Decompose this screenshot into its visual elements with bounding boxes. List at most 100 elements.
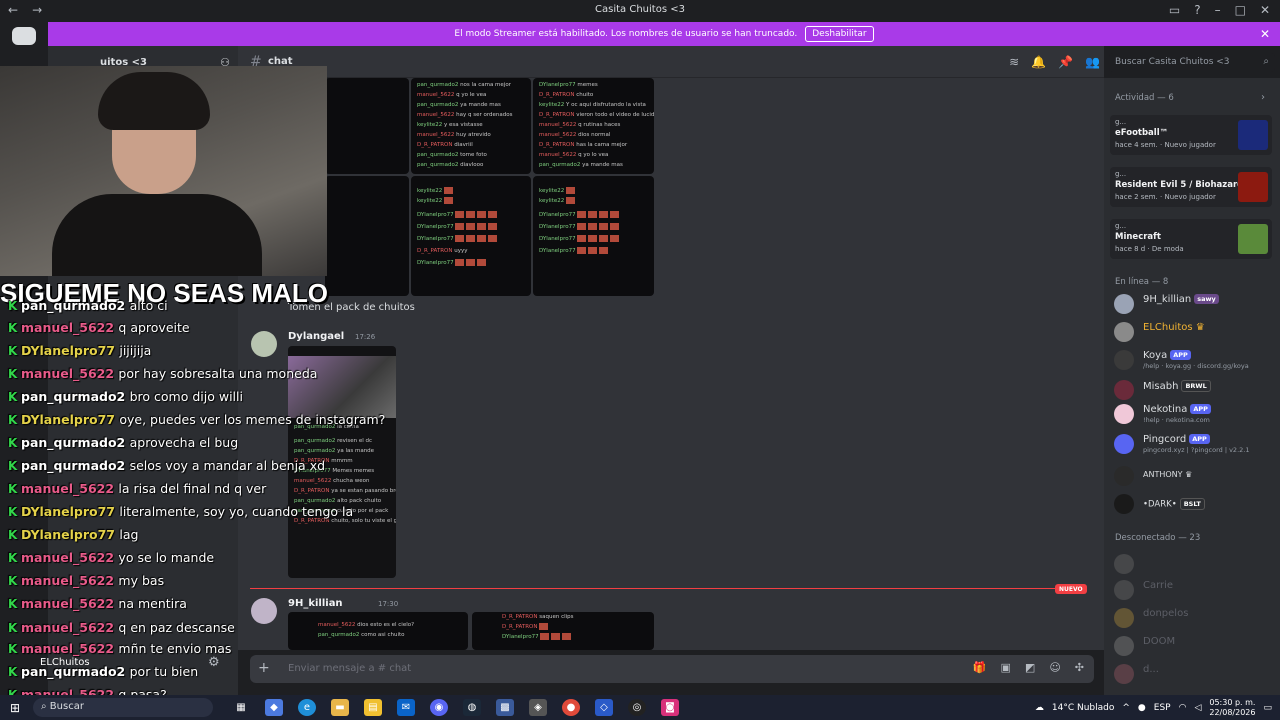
- banner-close-icon[interactable]: ✕: [1260, 27, 1270, 41]
- member-name: DOOM: [1143, 636, 1176, 647]
- message-author[interactable]: Dylangael: [288, 331, 344, 342]
- app-icon[interactable]: ◈: [529, 699, 547, 716]
- member-item[interactable]: d...: [1114, 662, 1274, 686]
- avatar[interactable]: [251, 598, 277, 624]
- stream-chat-line: Kpan_qurmado2 bro como dijo willi: [8, 389, 243, 404]
- message-author[interactable]: 9H_killian: [288, 598, 343, 609]
- member-item[interactable]: Koya APP /help · koya.gg · discord.gg/koy…: [1114, 348, 1274, 372]
- taskbar-clock[interactable]: 05:30 p. m. 22/08/2026: [1209, 698, 1255, 718]
- stream-chat-line: Kpan_qurmado2 selos voy a mandar al benj…: [8, 458, 325, 473]
- game-thumbnail: [1238, 172, 1268, 202]
- member-item[interactable]: ANTHONY ♛: [1114, 464, 1274, 488]
- lang-label[interactable]: ESP: [1154, 703, 1171, 713]
- crown-icon: ♛: [1185, 470, 1193, 479]
- activity-card[interactable]: g... Resident Evil 5 / Biohazard 5 hace …: [1110, 167, 1272, 207]
- message-image[interactable]: [325, 176, 409, 296]
- task-view-icon[interactable]: ▦: [232, 699, 250, 716]
- member-item[interactable]: Carrie: [1114, 578, 1274, 602]
- stream-chat-line: Kpan_qurmado2 aprovecha el bug: [8, 435, 238, 450]
- sticker-icon[interactable]: ◩: [1025, 661, 1035, 674]
- chrome-icon[interactable]: ●: [562, 699, 580, 716]
- file-explorer-icon[interactable]: ▬: [331, 699, 349, 716]
- search-input[interactable]: Buscar Casita Chuitos <3 ⌕: [1109, 53, 1275, 72]
- member-item[interactable]: Misabh BRWL: [1114, 378, 1274, 402]
- windows-start-icon[interactable]: ⊞: [10, 701, 20, 715]
- message-image[interactable]: D_R_PATRON saquen clips D_R_PATRON DYlan…: [472, 612, 654, 650]
- threads-icon[interactable]: ≋: [1009, 55, 1019, 69]
- member-item[interactable]: Pingcord APP pingcord.xyz | ?pingcord | v…: [1114, 432, 1274, 456]
- member-item[interactable]: •DARK• BSLT: [1114, 492, 1274, 516]
- close-icon[interactable]: ✕: [1260, 3, 1270, 17]
- inbox-icon[interactable]: ▭: [1169, 3, 1180, 17]
- mail-icon[interactable]: ✉: [397, 699, 415, 716]
- steam-icon[interactable]: ◍: [463, 699, 481, 716]
- disable-streamer-button[interactable]: Deshabilitar: [805, 26, 874, 42]
- taskbar-search-label: Buscar: [49, 701, 84, 712]
- stream-chat-username: manuel_5622: [21, 620, 115, 635]
- message-image[interactable]: DYlanelpro77 memes D_R_PATRON chuito key…: [533, 78, 654, 174]
- message-image[interactable]: [325, 78, 409, 174]
- emoji-icon[interactable]: ☺: [1049, 661, 1060, 674]
- member-item[interactable]: DOOM: [1114, 634, 1274, 658]
- add-attachment-icon[interactable]: +: [258, 660, 270, 676]
- help-icon[interactable]: ?: [1194, 3, 1200, 17]
- weather-text[interactable]: 14°C Nublado: [1052, 703, 1114, 713]
- mic-icon[interactable]: ●: [1138, 703, 1146, 713]
- game-thumbnail: [1238, 224, 1268, 254]
- kick-badge-icon: K: [8, 299, 18, 313]
- activity-game: Resident Evil 5 / Biohazard 5: [1115, 180, 1253, 190]
- app-icon[interactable]: ▩: [496, 699, 514, 716]
- avatar: [1114, 664, 1134, 684]
- app-icon[interactable]: ◇: [595, 699, 613, 716]
- obs-icon[interactable]: ◎: [628, 699, 646, 716]
- pin-icon[interactable]: 📌: [1058, 55, 1073, 69]
- discord-logo-icon[interactable]: [12, 27, 36, 45]
- message-image[interactable]: keylite22 keylite22 DYlanelpro77 DYlanel…: [533, 176, 654, 296]
- wifi-icon[interactable]: ◠: [1179, 703, 1187, 713]
- copilot-icon[interactable]: ◆: [265, 699, 283, 716]
- store-icon[interactable]: ▤: [364, 699, 382, 716]
- discord-icon[interactable]: ◉: [430, 699, 448, 716]
- stream-chat-username: DYlanelpro77: [21, 527, 115, 542]
- kick-badge-icon: K: [8, 459, 18, 473]
- webcam-overlay: [0, 66, 327, 276]
- stream-chat-text: la risa del final nd q ver: [118, 481, 267, 496]
- message-image[interactable]: keylite22 keylite22 DYlanelpro77 DYlanel…: [411, 176, 531, 296]
- members-icon[interactable]: 👥: [1085, 55, 1100, 69]
- avatar[interactable]: [251, 331, 277, 357]
- minimize-icon[interactable]: –: [1215, 3, 1221, 17]
- stream-chat-username: manuel_5622: [21, 366, 115, 381]
- message-image[interactable]: pan_qurmado2 nos la cama mejor manuel_56…: [411, 78, 531, 174]
- activity-card[interactable]: g... Minecraft hace 8 d · De moda: [1110, 219, 1272, 259]
- volume-icon[interactable]: ◁: [1194, 703, 1201, 713]
- chat-topbar: # chat ≋ 🔔 📌 👥: [238, 46, 1104, 78]
- bell-icon[interactable]: 🔔: [1031, 55, 1046, 69]
- gift-icon[interactable]: 🎁: [973, 661, 987, 674]
- edge-icon[interactable]: e: [298, 699, 316, 716]
- stream-chat-text: por hay sobresalta una moneda: [118, 366, 318, 381]
- gif-icon[interactable]: ▣: [1001, 661, 1011, 674]
- message-composer[interactable]: + Enviar mensaje a # chat 🎁 ▣ ◩ ☺ ✣: [250, 655, 1094, 683]
- topbar-icons: ≋ 🔔 📌 👥: [1009, 55, 1100, 69]
- member-item[interactable]: Nekotina APP !help · nekotina.com: [1114, 402, 1274, 426]
- stream-chat-text: mñn te envio mas: [118, 641, 232, 656]
- activity-user: g...: [1115, 170, 1127, 178]
- activity-card[interactable]: g... eFootball™ hace 4 sem. · Nuevo juga…: [1110, 115, 1272, 155]
- message-timestamp: 17:26: [355, 333, 376, 341]
- member-item[interactable]: [1114, 552, 1274, 576]
- member-item[interactable]: ELChuitos ♛: [1114, 320, 1274, 344]
- instagram-icon[interactable]: ◙: [661, 699, 679, 716]
- notification-icon[interactable]: ▭: [1263, 703, 1272, 713]
- avatar: [1114, 350, 1134, 370]
- settings-gear-icon[interactable]: ⚙: [208, 655, 220, 670]
- message-image[interactable]: manuel_5622 dios esto es el cielo? pan_q…: [288, 612, 468, 650]
- maximize-icon[interactable]: □: [1235, 3, 1246, 17]
- member-item[interactable]: donpelos: [1114, 606, 1274, 630]
- weather-icon[interactable]: ☁: [1035, 703, 1044, 713]
- apps-icon[interactable]: ✣: [1075, 661, 1084, 674]
- member-item[interactable]: 9H_killian sawy: [1114, 292, 1274, 316]
- activity-game: Minecraft: [1115, 232, 1161, 242]
- taskbar-search[interactable]: ⌕ Buscar: [33, 698, 213, 717]
- chevron-right-icon[interactable]: ›: [1261, 92, 1265, 103]
- tray-chevron-icon[interactable]: ^: [1122, 703, 1130, 713]
